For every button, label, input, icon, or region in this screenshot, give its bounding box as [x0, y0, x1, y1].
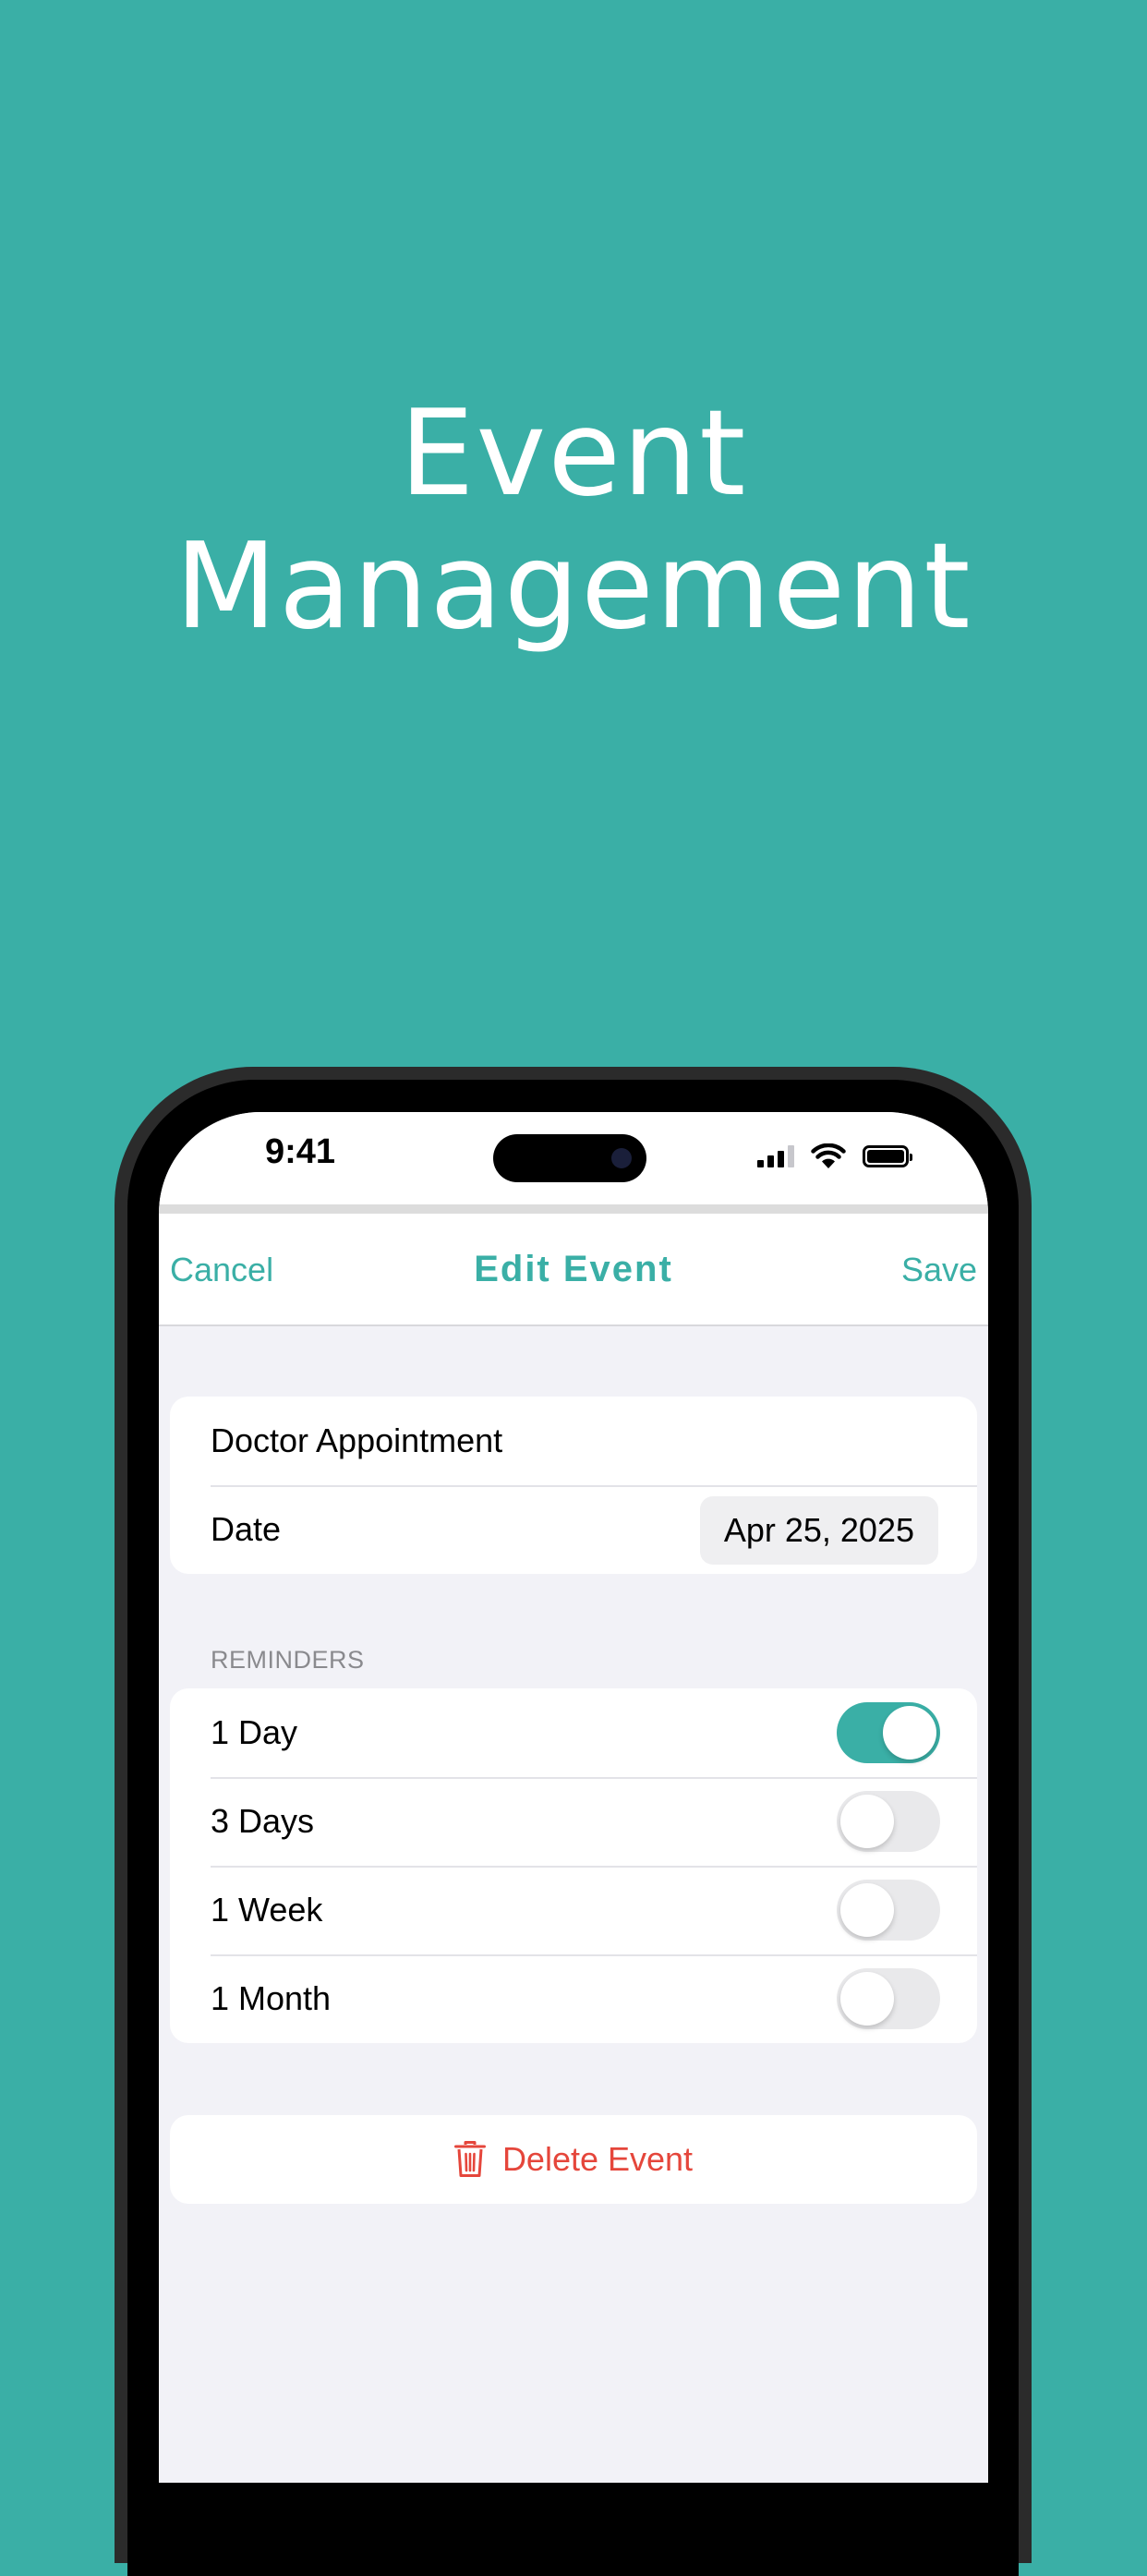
cellular-signal-icon — [757, 1145, 794, 1167]
reminder-label: 1 Week — [211, 1891, 323, 1929]
reminders-card: 1 Day 3 Days 1 Week 1 Month — [170, 1688, 977, 2043]
reminder-1-month-toggle[interactable] — [837, 1968, 940, 2029]
reminder-label: 3 Days — [211, 1802, 315, 1840]
phone-screen: 9:41 Cancel Edit Event Save Doctor Appoi… — [159, 1112, 988, 2483]
save-button[interactable]: Save — [901, 1251, 977, 1289]
navigation-bar: Cancel Edit Event Save — [159, 1214, 988, 1326]
reminders-section-header: REMINDERS — [211, 1646, 365, 1674]
reminder-label: 1 Month — [211, 1979, 332, 2017]
delete-event-label: Delete Event — [501, 2140, 694, 2178]
reminder-row-1-week: 1 Week — [170, 1866, 977, 1954]
cancel-button[interactable]: Cancel — [170, 1251, 273, 1289]
page-title: Edit Event — [474, 1249, 673, 1289]
date-row: Date Apr 25, 2025 — [170, 1485, 977, 1574]
reminder-label: 1 Day — [211, 1713, 298, 1751]
hero-title-line-2: Management — [175, 518, 972, 656]
reminder-3-days-toggle[interactable] — [837, 1791, 940, 1852]
delete-card: Delete Event — [170, 2115, 977, 2204]
reminder-1-week-toggle[interactable] — [837, 1880, 940, 1941]
status-bar: 9:41 — [159, 1112, 988, 1204]
trash-icon — [453, 2141, 486, 2177]
date-picker-button[interactable]: Apr 25, 2025 — [699, 1496, 938, 1565]
sheet-divider — [159, 1204, 988, 1214]
reminder-row-1-day: 1 Day — [170, 1688, 977, 1777]
reminder-1-day-toggle[interactable] — [837, 1702, 940, 1763]
date-label: Date — [211, 1510, 282, 1548]
reminder-row-3-days: 3 Days — [170, 1777, 977, 1866]
reminder-row-1-month: 1 Month — [170, 1954, 977, 2043]
hero-title: Event Management — [0, 388, 1147, 654]
status-icons — [757, 1143, 912, 1169]
event-title-text: Doctor Appointment — [211, 1421, 503, 1459]
camera-icon — [611, 1148, 632, 1168]
battery-icon — [863, 1145, 912, 1167]
event-details-card: Doctor Appointment Date Apr 25, 2025 — [170, 1397, 977, 1574]
delete-event-button[interactable]: Delete Event — [170, 2115, 977, 2204]
status-time: 9:41 — [265, 1132, 336, 1171]
event-title-field[interactable]: Doctor Appointment — [170, 1397, 977, 1485]
hero-title-line-1: Event — [399, 385, 748, 523]
dynamic-island — [493, 1134, 646, 1182]
wifi-icon — [811, 1143, 846, 1168]
